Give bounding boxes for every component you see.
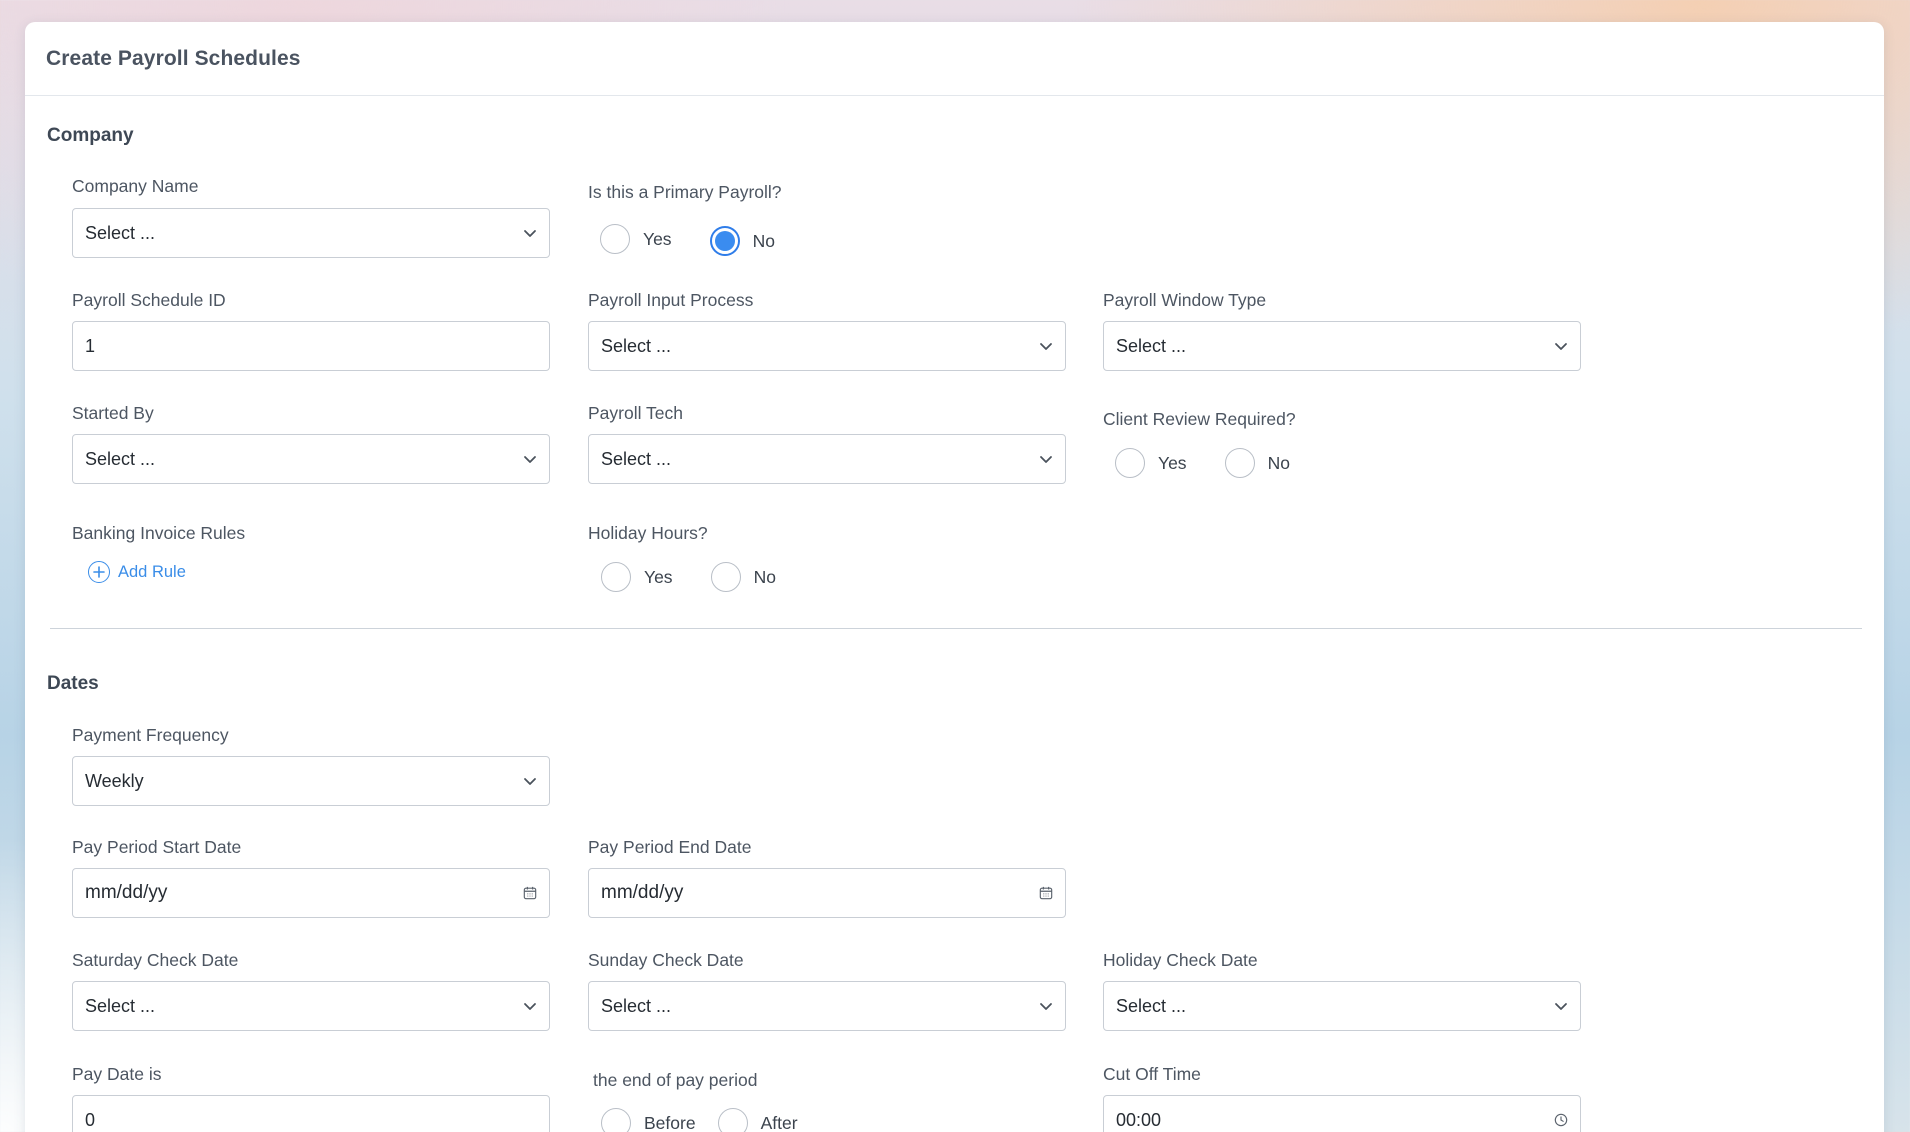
start-date-placeholder: mm/dd/yy	[85, 882, 168, 903]
payroll-tech-value: Select ...	[601, 448, 672, 469]
section-divider	[50, 628, 1862, 629]
input-process-label: Payroll Input Process	[588, 290, 754, 310]
started-by-label: Started By	[72, 403, 154, 423]
add-rule-label: Add Rule	[118, 562, 186, 581]
end-date-label: Pay Period End Date	[588, 837, 752, 857]
primary-payroll-yes-label: Yes	[643, 228, 672, 249]
payroll-tech-label: Payroll Tech	[588, 403, 684, 423]
after-radio[interactable]	[717, 1108, 748, 1132]
chevron-down-icon	[1039, 999, 1053, 1013]
payroll-schedule-card: Create Payroll Schedules Company Company…	[25, 22, 1884, 1132]
sunday-check-label: Sunday Check Date	[588, 950, 744, 970]
saturday-check-label: Saturday Check Date	[72, 950, 239, 970]
holiday-check-select[interactable]: Select ...	[1103, 981, 1581, 1031]
payment-frequency-label: Payment Frequency	[72, 725, 229, 745]
schedule-id-value: 1	[85, 335, 96, 356]
before-option[interactable]: Before	[601, 1108, 696, 1132]
before-radio[interactable]	[601, 1108, 631, 1132]
schedule-id-input[interactable]: 1	[72, 321, 550, 371]
client-review-radio-group: Yes No	[1115, 448, 1328, 478]
holiday-hours-no-radio[interactable]	[710, 562, 741, 592]
calendar-icon[interactable]	[1039, 886, 1053, 900]
holiday-hours-radio-group: Yes No	[601, 562, 814, 592]
saturday-check-value: Select ...	[85, 995, 156, 1016]
pay-date-label: Pay Date is	[72, 1064, 162, 1084]
started-by-value: Select ...	[85, 448, 156, 469]
clock-icon[interactable]	[1554, 1113, 1568, 1127]
holiday-check-value: Select ...	[1116, 995, 1187, 1016]
primary-payroll-yes-option[interactable]: Yes	[600, 224, 672, 254]
started-by-select[interactable]: Select ...	[72, 434, 550, 484]
client-review-yes-label: Yes	[1158, 452, 1187, 473]
chevron-down-icon	[523, 999, 537, 1013]
start-date-label: Pay Period Start Date	[72, 837, 242, 857]
add-rule-button[interactable]: Add Rule	[88, 561, 186, 583]
holiday-hours-yes-option[interactable]: Yes	[601, 562, 673, 592]
sunday-check-value: Select ...	[601, 995, 672, 1016]
payroll-tech-select[interactable]: Select ...	[588, 434, 1066, 484]
chevron-down-icon	[523, 226, 537, 240]
holiday-hours-no-option[interactable]: No	[710, 562, 776, 592]
after-label: After	[760, 1112, 798, 1132]
cut-off-input[interactable]: 00:00	[1103, 1095, 1581, 1132]
chevron-down-icon	[1554, 999, 1568, 1013]
section-title-company: Company	[47, 125, 134, 146]
client-review-yes-option[interactable]: Yes	[1115, 448, 1187, 478]
cut-off-value: 00:00	[1116, 1109, 1162, 1130]
company-name-value: Select ...	[85, 222, 156, 243]
end-date-placeholder: mm/dd/yy	[601, 882, 684, 903]
after-option[interactable]: After	[717, 1108, 798, 1132]
before-label: Before	[644, 1112, 696, 1132]
end-of-period-label: the end of pay period	[593, 1070, 758, 1090]
section-title-dates: Dates	[47, 673, 99, 694]
pay-date-value: 0	[85, 1109, 96, 1130]
payment-frequency-select[interactable]: Weekly	[72, 756, 550, 806]
holiday-hours-yes-radio[interactable]	[601, 562, 631, 592]
window-type-label: Payroll Window Type	[1103, 290, 1267, 310]
client-review-label: Client Review Required?	[1103, 409, 1296, 429]
pay-date-input[interactable]: 0	[72, 1095, 550, 1132]
company-name-label: Company Name	[72, 176, 199, 196]
plus-circle-icon	[88, 561, 110, 583]
primary-payroll-radio-group: Yes No	[600, 222, 813, 256]
saturday-check-select[interactable]: Select ...	[72, 981, 550, 1031]
card-header: Create Payroll Schedules	[25, 22, 1884, 96]
holiday-hours-label: Holiday Hours?	[588, 523, 708, 543]
client-review-no-radio[interactable]	[1224, 448, 1255, 478]
primary-payroll-no-radio[interactable]	[709, 226, 740, 256]
primary-payroll-no-option[interactable]: No	[709, 226, 775, 256]
page-title: Create Payroll Schedules	[46, 46, 301, 70]
chevron-down-icon	[1039, 339, 1053, 353]
holiday-hours-no-label: No	[753, 566, 776, 587]
client-review-no-label: No	[1267, 452, 1290, 473]
chevron-down-icon	[1554, 339, 1568, 353]
holiday-hours-yes-label: Yes	[644, 566, 673, 587]
input-process-select[interactable]: Select ...	[588, 321, 1066, 371]
holiday-check-label: Holiday Check Date	[1103, 950, 1258, 970]
primary-payroll-no-label: No	[752, 230, 775, 251]
schedule-id-label: Payroll Schedule ID	[72, 290, 226, 310]
banking-rules-label: Banking Invoice Rules	[72, 523, 246, 543]
window-type-select[interactable]: Select ...	[1103, 321, 1581, 371]
primary-payroll-yes-radio[interactable]	[600, 224, 630, 254]
end-of-period-radio-group: Before After	[601, 1108, 836, 1132]
window-type-value: Select ...	[1116, 335, 1187, 356]
calendar-icon[interactable]	[523, 886, 537, 900]
end-date-input[interactable]: mm/dd/yy	[588, 868, 1066, 918]
company-name-select[interactable]: Select ...	[72, 208, 550, 258]
client-review-yes-radio[interactable]	[1115, 448, 1145, 478]
chevron-down-icon	[523, 774, 537, 788]
primary-payroll-label: Is this a Primary Payroll?	[588, 182, 782, 202]
sunday-check-select[interactable]: Select ...	[588, 981, 1066, 1031]
cut-off-label: Cut Off Time	[1103, 1064, 1201, 1084]
radio-selected-dot	[714, 231, 735, 251]
client-review-no-option[interactable]: No	[1224, 448, 1290, 478]
chevron-down-icon	[523, 452, 537, 466]
chevron-down-icon	[1039, 452, 1053, 466]
input-process-value: Select ...	[601, 335, 672, 356]
payment-frequency-value: Weekly	[85, 770, 144, 791]
start-date-input[interactable]: mm/dd/yy	[72, 868, 550, 918]
